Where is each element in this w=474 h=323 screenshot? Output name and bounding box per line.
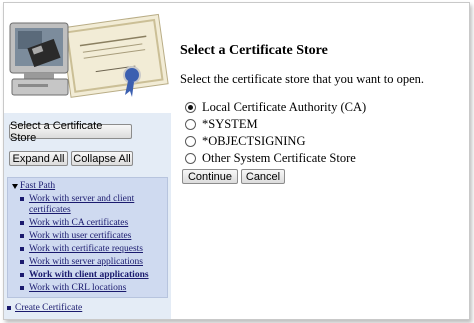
option-label: Other System Certificate Store	[202, 151, 356, 165]
nav-item-certificate-requests: Work with certificate requests	[20, 244, 165, 255]
collapse-all-button[interactable]: Collapse All	[71, 151, 133, 166]
nav-item-server-applications: Work with server applications	[20, 257, 165, 268]
square-bullet-icon	[20, 233, 24, 238]
nav-item-crl-locations: Work with CRL locations	[20, 283, 165, 294]
nav-link[interactable]: Work with certificate requests	[29, 244, 143, 254]
nav-link[interactable]: Work with server and client certificates	[29, 194, 134, 215]
nav-item-server-client-certificates: Work with server and client certificates	[20, 194, 165, 215]
nav-item-user-certificates: Work with user certificates	[20, 231, 165, 242]
fast-path-toggle[interactable]: Fast Path	[12, 181, 55, 191]
create-certificate-item: Create Certificate	[7, 303, 82, 313]
radio-button[interactable]	[185, 136, 196, 147]
page-description: Select the certificate store that you wa…	[180, 72, 425, 86]
option-objectsigning[interactable]: *OBJECTSIGNING	[185, 133, 366, 150]
nav-link[interactable]: Work with client applications	[29, 270, 149, 280]
fast-path-nav: Fast Path Work with server and client ce…	[7, 177, 168, 298]
square-bullet-icon	[7, 306, 11, 310]
square-bullet-icon	[20, 220, 24, 225]
left-panel: Select a Certificate Store Expand All Co…	[4, 3, 172, 319]
nav-link[interactable]: Work with CA certificates	[29, 218, 128, 228]
nav-item-ca-certificates: Work with CA certificates	[20, 218, 165, 229]
app-frame: Select a Certificate Store Expand All Co…	[3, 2, 470, 320]
radio-button[interactable]	[185, 119, 196, 130]
expand-all-button[interactable]: Expand All	[9, 151, 68, 166]
main-content: Select a Certificate Store Select the ce…	[171, 3, 469, 319]
square-bullet-icon	[20, 259, 24, 264]
page-title: Select a Certificate Store	[180, 43, 328, 58]
square-bullet-icon	[20, 272, 24, 277]
option-label: *SYSTEM	[202, 117, 258, 131]
create-certificate-link[interactable]: Create Certificate	[15, 303, 82, 313]
option-label: *OBJECTSIGNING	[202, 134, 306, 148]
nav-item-client-applications: Work with client applications	[20, 270, 165, 281]
option-label: Local Certificate Authority (CA)	[202, 100, 367, 114]
certificate-computer-illustration-icon	[4, 3, 171, 113]
nav-link[interactable]: Work with CRL locations	[29, 283, 126, 293]
option-system[interactable]: *SYSTEM	[185, 116, 366, 133]
triangle-down-icon	[12, 183, 18, 189]
square-bullet-icon	[20, 285, 24, 290]
nav-link[interactable]: Work with server applications	[29, 257, 143, 267]
option-other-system-store[interactable]: Other System Certificate Store	[185, 150, 366, 167]
square-bullet-icon	[20, 197, 24, 201]
continue-button[interactable]: Continue	[182, 169, 238, 184]
certificate-store-options: Local Certificate Authority (CA) *SYSTEM…	[185, 99, 366, 167]
fast-path-list: Work with server and client certificates…	[20, 194, 165, 296]
radio-button[interactable]	[185, 102, 196, 113]
square-bullet-icon	[20, 246, 24, 251]
nav-link[interactable]: Work with user certificates	[29, 231, 131, 241]
option-local-ca[interactable]: Local Certificate Authority (CA)	[185, 99, 366, 116]
select-certificate-store-button[interactable]: Select a Certificate Store	[9, 120, 132, 144]
radio-button[interactable]	[185, 153, 196, 164]
cancel-button[interactable]: Cancel	[241, 169, 285, 184]
fast-path-label: Fast Path	[20, 181, 56, 191]
